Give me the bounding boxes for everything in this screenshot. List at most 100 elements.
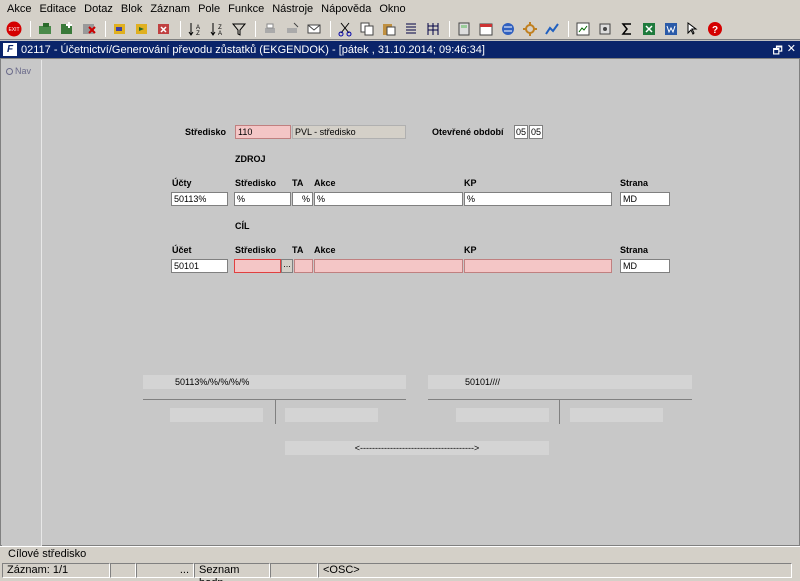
calendar-icon <box>479 23 493 35</box>
transfer-arrow: <--------------------------------------> <box>285 441 549 455</box>
globe-icon <box>502 22 514 35</box>
nav-link[interactable]: Nav <box>6 66 41 76</box>
target-detail-left <box>456 408 549 422</box>
paste-icon <box>383 23 396 35</box>
calendar-button[interactable] <box>476 19 496 39</box>
columns-button[interactable] <box>423 19 443 39</box>
nav-pane: Nav <box>2 60 42 546</box>
menu-item-7[interactable]: Nástroje <box>268 3 317 15</box>
globe-button[interactable] <box>498 19 518 39</box>
copy-icon <box>360 22 374 35</box>
filter-button[interactable] <box>229 19 249 39</box>
cil-ta-field[interactable] <box>294 259 313 273</box>
menu-item-9[interactable]: Okno <box>375 3 409 15</box>
print-button[interactable] <box>260 19 280 39</box>
save-button[interactable] <box>35 19 55 39</box>
zdroj-ucty-field[interactable]: 50113% <box>171 192 228 206</box>
zdroj-strana-field[interactable]: MD <box>620 192 670 206</box>
obdobi-to-field[interactable]: 05 <box>529 125 543 139</box>
columns-icon <box>427 22 439 35</box>
zdroj-ucty-header: Účty <box>172 178 192 188</box>
menu-item-2[interactable]: Dotaz <box>80 3 117 15</box>
cil-akce-field[interactable] <box>314 259 463 273</box>
print-setup-button[interactable] <box>282 19 302 39</box>
menu-item-1[interactable]: Editace <box>35 3 80 15</box>
query-enter-icon <box>114 23 125 34</box>
zdroj-stredisko-field[interactable]: % <box>234 192 291 206</box>
list-of-values-indicator: Seznam hodn... <box>194 563 270 581</box>
status-cell-2 <box>110 563 136 578</box>
cil-stredisko-field[interactable] <box>234 259 281 273</box>
zdroj-akce-field[interactable]: % <box>314 192 463 206</box>
word-icon <box>665 22 677 35</box>
attach-icon <box>599 23 611 34</box>
sort-desc-button[interactable]: ZA <box>207 19 227 39</box>
print-setup-icon <box>287 22 299 33</box>
menu-item-5[interactable]: Pole <box>194 3 224 15</box>
menu-item-0[interactable]: Akce <box>3 3 35 15</box>
mail-button[interactable] <box>304 19 324 39</box>
obdobi-from-field[interactable]: 05 <box>514 125 528 139</box>
status-bar: Záznam: 1/1 ... Seznam hodn... <OSC> <box>0 561 800 581</box>
word-button[interactable] <box>661 19 681 39</box>
sort-desc-icon: ZA <box>210 22 222 37</box>
cil-stredisko-header: Středisko <box>235 245 277 255</box>
pointer-help-icon <box>687 21 698 35</box>
zdroj-ta-field[interactable]: % <box>292 192 313 206</box>
help-button[interactable]: ? <box>705 19 725 39</box>
stredisko-label: Středisko <box>185 127 227 137</box>
svg-text:A: A <box>218 31 222 37</box>
paste-button[interactable] <box>379 19 399 39</box>
whats-this-button[interactable] <box>683 19 703 39</box>
query-execute-icon <box>136 23 147 34</box>
source-detail-right <box>285 408 378 422</box>
delete-record-button[interactable] <box>79 19 99 39</box>
query-cancel-button[interactable] <box>154 19 174 39</box>
cil-strana-field[interactable]: MD <box>620 259 670 273</box>
sort-asc-button[interactable]: AZ <box>185 19 205 39</box>
settings-button[interactable] <box>520 19 540 39</box>
excel-button[interactable] <box>639 19 659 39</box>
attach-button[interactable] <box>595 19 615 39</box>
sort-asc-icon: AZ <box>188 22 200 37</box>
stredisko-code-field[interactable]: 110 <box>235 125 291 139</box>
zdroj-kp-field[interactable]: % <box>464 192 612 206</box>
help-icon: ? <box>708 21 722 36</box>
query-enter-button[interactable] <box>110 19 130 39</box>
menu-bar: Akce Editace Dotaz Blok Záznam Pole Funkce Nást… <box>0 0 800 18</box>
zdroj-kp-header: KP <box>464 178 477 188</box>
cil-ucet-field[interactable]: 50101 <box>171 259 228 273</box>
nav-label: Nav <box>15 66 32 76</box>
menu-item-3[interactable]: Blok <box>117 3 146 15</box>
cut-button[interactable] <box>335 19 355 39</box>
new-record-button[interactable] <box>57 19 77 39</box>
menu-item-8[interactable]: Nápověda <box>317 3 375 15</box>
chart-icon <box>545 22 559 35</box>
exit-button[interactable]: EXIT <box>4 19 24 39</box>
chart-button[interactable] <box>542 19 562 39</box>
record-indicator: Záznam: 1/1 <box>2 563 110 578</box>
cil-stredisko-lov-button[interactable]: ... <box>281 259 293 273</box>
list-values-button[interactable] <box>401 19 421 39</box>
excel-icon <box>643 22 655 35</box>
report-button[interactable] <box>573 19 593 39</box>
sum-button[interactable] <box>617 19 637 39</box>
target-summary: 50101//// <box>428 375 692 389</box>
zdroj-strana-header: Strana <box>620 178 649 188</box>
target-detail-right <box>570 408 663 422</box>
menu-item-4[interactable]: Záznam <box>146 3 194 15</box>
svg-text:Z: Z <box>196 31 200 37</box>
print-icon <box>265 23 275 33</box>
delete-record-icon <box>83 23 96 34</box>
new-record-icon <box>61 21 72 34</box>
cil-akce-header: Akce <box>314 245 336 255</box>
cil-kp-header: KP <box>464 245 477 255</box>
copy-button[interactable] <box>357 19 377 39</box>
calculator-button[interactable] <box>454 19 474 39</box>
cil-ta-header: TA <box>292 245 304 255</box>
zdroj-akce-header: Akce <box>314 178 336 188</box>
menu-item-6[interactable]: Funkce <box>224 3 268 15</box>
cil-kp-field[interactable] <box>464 259 612 273</box>
sum-icon <box>621 22 631 35</box>
query-execute-button[interactable] <box>132 19 152 39</box>
